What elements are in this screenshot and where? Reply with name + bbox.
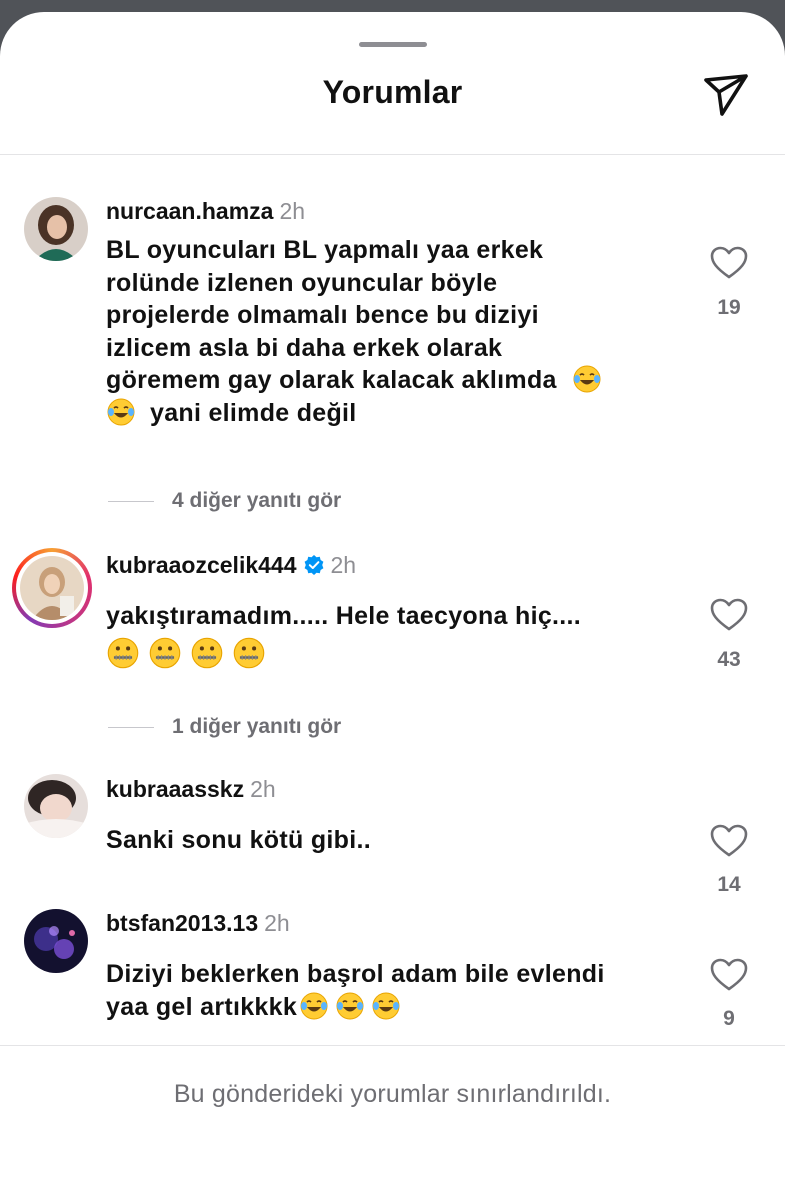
face-with-tears-of-joy-icon xyxy=(573,365,601,393)
like-count: 19 xyxy=(717,296,741,319)
timestamp: 2h xyxy=(330,552,357,578)
comment-line: yakıştıramadım..... Hele taecyona hiç...… xyxy=(106,602,582,630)
comment-text: yakıştıramadım..... Hele taecyona hiç...… xyxy=(106,600,666,672)
heart-icon[interactable] xyxy=(710,824,748,858)
zipper-mouth-face-icon xyxy=(107,637,139,668)
like-count: 14 xyxy=(717,873,741,896)
emoji-row xyxy=(106,636,666,673)
heart-icon[interactable] xyxy=(710,246,748,280)
timestamp: 2h xyxy=(279,198,306,224)
username[interactable]: kubraaasskz xyxy=(106,776,244,802)
heart-icon[interactable] xyxy=(710,598,748,632)
comments-restricted-notice: Bu gönderideki yorumlar sınırlandırıldı. xyxy=(173,1080,612,1108)
zipper-mouth-face-icon xyxy=(149,637,181,668)
comment-line: Sanki sonu kötü gibi.. xyxy=(106,826,371,854)
comment-line: yaa gel artıkkkk xyxy=(106,991,666,1024)
like-count: 43 xyxy=(717,648,741,671)
comments-sheet: Yorumlar nurcaan.hamza 2h BL oyuncuları B… xyxy=(0,12,785,1200)
timestamp: 2h xyxy=(250,776,276,802)
verified-badge-icon xyxy=(304,555,323,575)
footer-divider xyxy=(0,1045,785,1046)
username[interactable]: nurcaan.hamza xyxy=(106,198,273,224)
comment-meta: nurcaan.hamza 2h xyxy=(106,198,305,225)
view-replies-button[interactable]: 4 diğer yanıtı gör xyxy=(108,489,341,513)
replies-divider-line xyxy=(108,500,154,502)
comment-line: rolünde izlenen oyuncular böyle xyxy=(106,268,498,297)
avatar[interactable] xyxy=(24,774,88,838)
comment-text: Diziyi beklerken başrol adam bile evlend… xyxy=(106,958,666,1023)
zipper-mouth-face-icon xyxy=(233,637,265,668)
username[interactable]: btsfan2013.13 xyxy=(106,910,258,936)
page-title: Yorumlar xyxy=(322,74,463,110)
zipper-mouth-face-icon xyxy=(191,637,223,668)
comment-meta: btsfan2013.13 2h xyxy=(106,910,290,937)
avatar xyxy=(20,556,84,620)
comment-line: yani elimde değil xyxy=(106,397,666,430)
comment-text: BL oyuncuları BL yapmalı yaa erkek rolün… xyxy=(106,234,666,429)
header-divider xyxy=(0,154,785,155)
face-with-tears-of-joy-icon xyxy=(300,992,328,1019)
replies-divider-line xyxy=(108,726,154,728)
face-with-tears-of-joy-icon xyxy=(336,992,364,1019)
like-count: 9 xyxy=(723,1007,735,1030)
face-with-tears-of-joy-icon xyxy=(372,992,400,1019)
comment-text: Sanki sonu kötü gibi.. xyxy=(106,824,666,857)
comment-line: BL oyuncuları BL yapmalı yaa erkek xyxy=(106,236,544,264)
comment-line: projelerde olmamalı bence bu diziyi xyxy=(106,301,539,329)
username[interactable]: kubraaozcelik444 xyxy=(106,552,297,578)
avatar[interactable] xyxy=(24,909,88,973)
comment-line: izlicem asla bi daha erkek olarak xyxy=(106,333,503,362)
timestamp: 2h xyxy=(264,910,290,936)
comment-meta: kubraaasskz 2h xyxy=(106,776,276,803)
comment-line: göremem gay olarak kalacak aklımda xyxy=(106,364,666,397)
view-replies-button[interactable]: 1 diğer yanıtı gör xyxy=(108,715,341,739)
avatar-story-ring[interactable] xyxy=(12,548,92,628)
send-icon[interactable] xyxy=(700,68,752,120)
face-with-tears-of-joy-icon xyxy=(107,398,135,425)
comment-meta: kubraaozcelik444 2h xyxy=(106,552,356,579)
sheet-grabber[interactable] xyxy=(359,42,427,47)
avatar[interactable] xyxy=(24,197,88,261)
comment-line: Diziyi beklerken başrol adam bile evlend… xyxy=(106,960,605,988)
heart-icon[interactable] xyxy=(710,958,748,992)
